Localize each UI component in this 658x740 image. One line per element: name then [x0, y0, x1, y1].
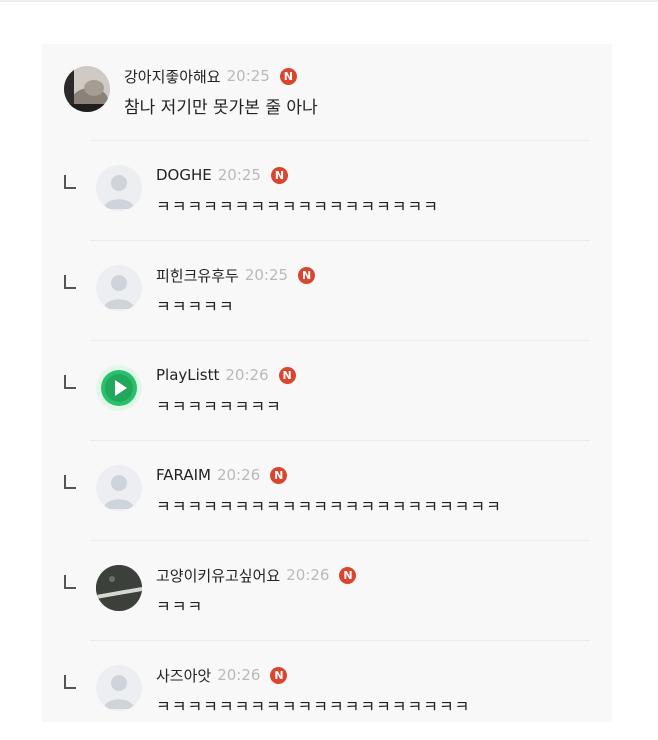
author-name[interactable]: 사즈아앗 — [156, 665, 211, 686]
reply-item: 고양이키유고싶어요 20:26 N ㅋㅋㅋ — [42, 540, 612, 640]
comment-meta: 고양이키유고싶어요 20:26 N — [156, 564, 357, 586]
new-badge: N — [270, 166, 288, 184]
comment-time: 20:26 — [216, 466, 261, 484]
default-avatar[interactable] — [96, 465, 142, 511]
default-avatar[interactable] — [96, 265, 142, 311]
comment-meta: 피힌크유후두 20:25 N — [156, 264, 316, 286]
author-name[interactable]: 강아지좋아해요 — [124, 66, 221, 87]
comment-meta: 사즈아앗 20:26 N — [156, 664, 288, 686]
new-badge: N — [279, 67, 297, 85]
comment-time: 20:26 — [286, 566, 330, 584]
reply-arrow-icon — [64, 475, 76, 489]
photo-avatar-dark[interactable] — [96, 565, 142, 611]
reply-item: 사즈아앗 20:26 N ㅋㅋㅋㅋㅋㅋㅋㅋㅋㅋㅋㅋㅋㅋㅋㅋㅋㅋㅋㅋ — [42, 640, 612, 722]
comment-meta: DOGHE 20:25 N — [156, 164, 288, 186]
reply-item: FARAIM 20:26 N ㅋㅋㅋㅋㅋㅋㅋㅋㅋㅋㅋㅋㅋㅋㅋㅋㅋㅋㅋㅋㅋㅋ — [42, 440, 612, 540]
comment-text: ㅋㅋㅋㅋㅋㅋㅋㅋㅋㅋㅋㅋㅋㅋㅋㅋㅋㅋㅋㅋ — [156, 697, 471, 716]
top-divider — [0, 0, 658, 2]
new-badge: N — [270, 666, 288, 684]
reply-item: DOGHE 20:25 N ㅋㅋㅋㅋㅋㅋㅋㅋㅋㅋㅋㅋㅋㅋㅋㅋㅋㅋ — [42, 140, 612, 240]
comment-text: ㅋㅋㅋㅋㅋ — [156, 297, 235, 316]
comment-meta: 강아지좋아해요 20:25 N — [124, 65, 297, 87]
comment-time: 20:26 — [217, 666, 261, 684]
default-avatar[interactable] — [96, 165, 142, 211]
author-name[interactable]: 고양이키유고싶어요 — [156, 565, 280, 586]
new-badge: N — [339, 566, 357, 584]
photo-avatar-dog[interactable] — [64, 66, 110, 112]
new-badge: N — [270, 466, 288, 484]
reply-arrow-icon — [64, 375, 76, 389]
comment-time: 20:25 — [217, 166, 261, 184]
comment-meta: PlayListt 20:26 N — [156, 364, 296, 386]
new-badge: N — [278, 366, 296, 384]
reply-arrow-icon — [64, 275, 76, 289]
comment-text: ㅋㅋㅋ — [156, 597, 204, 616]
author-name[interactable]: 피힌크유후두 — [156, 265, 239, 286]
author-name[interactable]: PlayListt — [156, 366, 219, 384]
comment-time: 20:25 — [226, 67, 270, 85]
reply-item: 피힌크유후두 20:25 N ㅋㅋㅋㅋㅋ — [42, 240, 612, 340]
author-name[interactable]: FARAIM — [156, 466, 211, 484]
comment-text: ㅋㅋㅋㅋㅋㅋㅋㅋㅋㅋㅋㅋㅋㅋㅋㅋㅋㅋㅋㅋㅋㅋ — [156, 497, 502, 516]
reply-arrow-icon — [64, 675, 76, 689]
author-name[interactable]: DOGHE — [156, 166, 212, 184]
comment-meta: FARAIM 20:26 N — [156, 464, 288, 486]
reply-arrow-icon — [64, 175, 76, 189]
play-button-avatar[interactable] — [96, 365, 142, 411]
reply-arrow-icon — [64, 575, 76, 589]
reply-item: PlayListt 20:26 N ㅋㅋㅋㅋㅋㅋㅋㅋ — [42, 340, 612, 440]
comment-item: 강아지좋아해요 20:25 N 참나 저기만 못가본 줄 아나 — [42, 44, 612, 140]
comment-text: 참나 저기만 못가본 줄 아나 — [124, 98, 318, 118]
comment-time: 20:25 — [244, 266, 289, 284]
comment-text: ㅋㅋㅋㅋㅋㅋㅋㅋ — [156, 397, 282, 416]
default-avatar[interactable] — [96, 665, 142, 711]
new-badge: N — [298, 266, 316, 284]
comment-text: ㅋㅋㅋㅋㅋㅋㅋㅋㅋㅋㅋㅋㅋㅋㅋㅋㅋㅋ — [156, 197, 439, 216]
comment-list: 강아지좋아해요 20:25 N 참나 저기만 못가본 줄 아나 DOGHE 20… — [42, 44, 612, 722]
comment-time: 20:26 — [225, 366, 269, 384]
